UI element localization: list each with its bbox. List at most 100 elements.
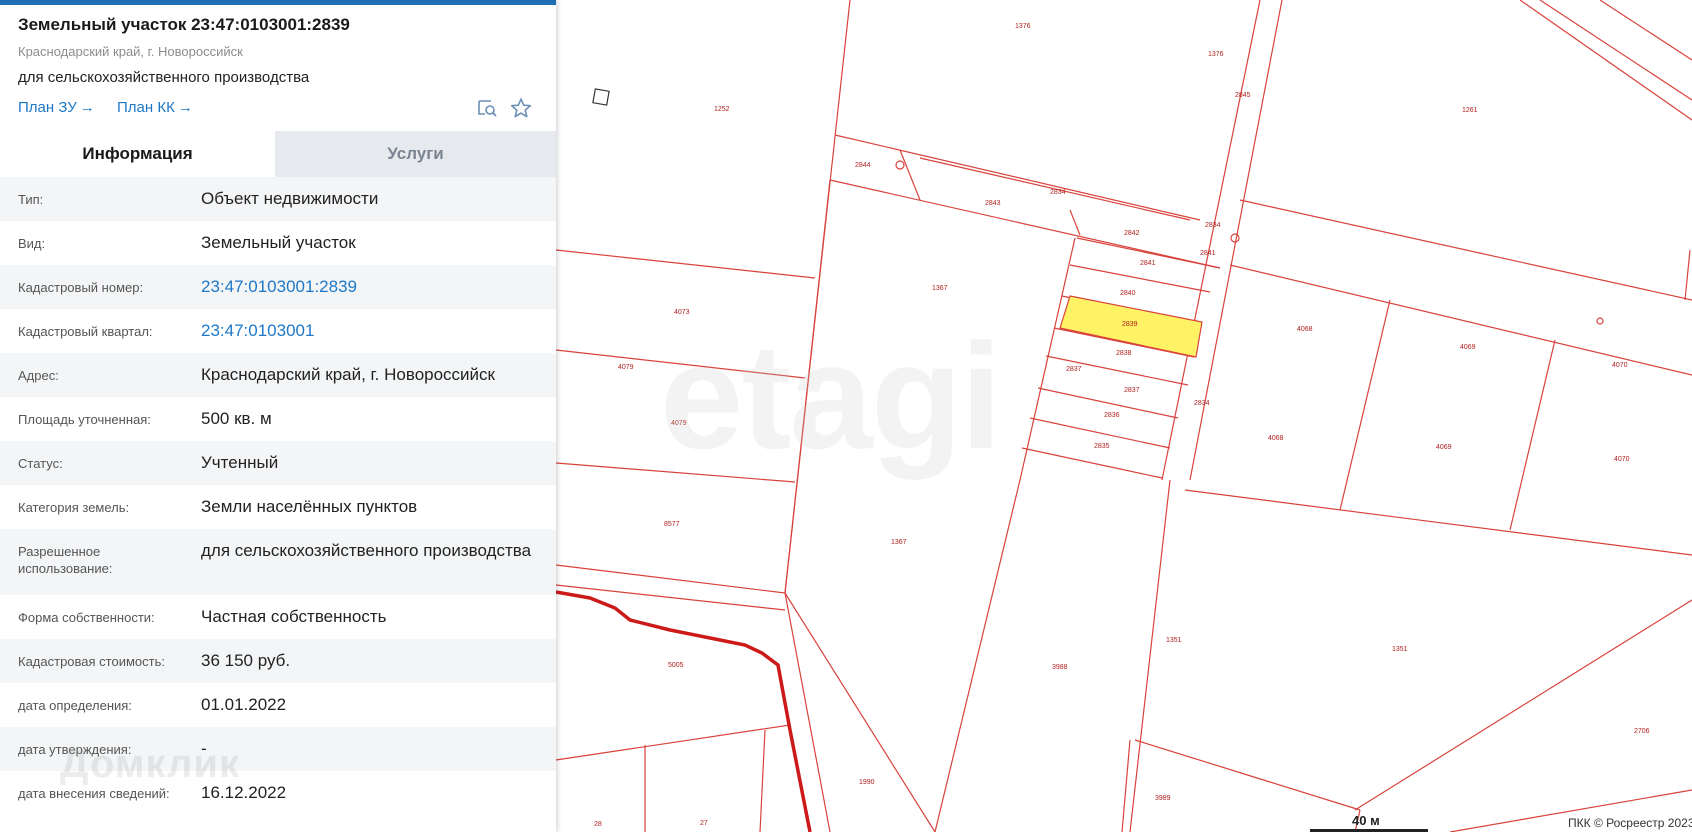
parcel-number-label: 1990	[859, 779, 875, 786]
map-copyright: ПКК © Росреестр 2023	[1568, 816, 1692, 830]
search-map-icon[interactable]	[476, 97, 500, 121]
parcel-number-label: 2840	[1120, 290, 1136, 297]
info-rows: Тип: Объект недвижимости Вид: Земельный …	[0, 177, 556, 815]
info-row-ownership: Форма собственности: Частная собственнос…	[0, 595, 556, 639]
parcel-number-label: 2842	[1124, 230, 1140, 237]
parcel-number-label: 27	[700, 820, 708, 827]
row-value: 01.01.2022	[201, 695, 287, 714]
parcel-number-label: 2836	[1104, 412, 1120, 419]
info-row-cadastral-number: Кадастровый номер: 23:47:0103001:2839	[0, 265, 556, 309]
parcel-number-label: 1351	[1166, 637, 1182, 644]
map-scale-label: 40 м	[1352, 813, 1380, 828]
parcel-number-label: 2837	[1066, 366, 1082, 373]
tab-services[interactable]: Услуги	[275, 131, 556, 177]
row-value: для сельскохозяйственного производства	[201, 541, 532, 560]
parcel-number-label: 5005	[668, 662, 684, 669]
parcel-number-label: 1351	[1392, 646, 1408, 653]
row-label: Разрешенное использование:	[18, 544, 113, 576]
parcel-number-label: 2838	[1116, 350, 1132, 357]
parcel-number-label: 4070	[1612, 362, 1628, 369]
parcel-number-label: 4070	[1614, 456, 1630, 463]
parcel-number-label: 2835	[1094, 443, 1110, 450]
plan-kk-label: План КК	[117, 99, 175, 116]
row-label: Форма собственности:	[18, 610, 155, 625]
row-label: Категория земель:	[18, 500, 130, 515]
plan-kk-link[interactable]: План КК →	[117, 99, 193, 116]
row-value: 16.12.2022	[201, 783, 287, 802]
parcel-number-label: 1376	[1015, 23, 1031, 30]
panel-title: Земельный участок 23:47:0103001:2839	[18, 15, 350, 34]
plan-zu-label: План ЗУ	[18, 99, 77, 116]
red-line-border	[555, 590, 812, 832]
parcel-number-label: 4068	[1268, 435, 1284, 442]
parcel-number-label: 2841	[1200, 250, 1216, 257]
parcel-number-label: 1252	[714, 106, 730, 113]
parcel-number-label: 2837	[1124, 387, 1140, 394]
cadastral-number-link[interactable]: 23:47:0103001:2839	[201, 275, 541, 299]
row-label: дата определения:	[18, 698, 132, 713]
parcel-number-label: 8577	[664, 521, 680, 528]
row-label: Кадастровая стоимость:	[18, 654, 165, 669]
arrow-right-icon: →	[79, 99, 95, 116]
info-row-permitted-use: Разрешенное использование: для сельскохо…	[0, 529, 556, 595]
row-label: дата внесения сведений:	[18, 786, 170, 801]
star-icon[interactable]	[510, 97, 534, 121]
tab-info[interactable]: Информация	[0, 131, 275, 177]
row-value: Объект недвижимости	[201, 189, 379, 208]
parcel-number-label: 2706	[1634, 728, 1650, 735]
row-label: Кадастровый номер:	[18, 280, 144, 295]
parcel-number-label: 4069	[1460, 344, 1476, 351]
row-label: Кадастровый квартал:	[18, 324, 153, 339]
parcel-number-label: 1376	[1208, 51, 1224, 58]
cadastral-quarter-link[interactable]: 23:47:0103001	[201, 319, 541, 343]
parcel-number-label: 1367	[891, 539, 907, 546]
row-value: Частная собственность	[201, 607, 387, 626]
row-value: Учтенный	[201, 453, 279, 472]
parcel-number-label: 28	[594, 821, 602, 828]
parcel-number-label: 4068	[1297, 326, 1313, 333]
arrow-right-icon: →	[177, 99, 193, 116]
panel-tabs: Информация Услуги	[0, 131, 556, 177]
parcel-number-label: 2845	[1235, 92, 1251, 99]
parcel-number-label: 2834	[1194, 400, 1210, 407]
info-row-cadastral-value: Кадастровая стоимость: 36 150 руб.	[0, 639, 556, 683]
parcel-number-label: 2843	[985, 200, 1001, 207]
parcel-number-label: 4069	[1436, 444, 1452, 451]
row-label: Тип:	[18, 192, 44, 207]
info-row-type: Тип: Объект недвижимости	[0, 177, 556, 221]
row-label: Площадь уточненная:	[18, 412, 151, 427]
parcel-number-label: 1261	[1462, 107, 1478, 114]
info-row-address: Адрес: Краснодарский край, г. Новороссий…	[0, 353, 556, 397]
row-label: Вид:	[18, 236, 46, 251]
parcel-number-label: 3989	[1155, 795, 1171, 802]
row-value: Краснодарский край, г. Новороссийск	[201, 365, 495, 384]
panel-top-accent	[0, 0, 556, 5]
etagi-watermark: etagi	[660, 312, 1002, 480]
parcel-number-label: 4079	[618, 364, 634, 371]
info-panel: Земельный участок 23:47:0103001:2839 Кра…	[0, 0, 556, 832]
panel-region: Краснодарский край, г. Новороссийск	[18, 44, 243, 59]
row-label: Статус:	[18, 456, 63, 471]
panel-use: для сельскохозяйственного производства	[18, 69, 310, 86]
row-value: Земельный участок	[201, 233, 356, 252]
row-value: -	[201, 739, 207, 758]
plan-zu-link[interactable]: План ЗУ →	[18, 99, 95, 116]
parcel-number-label: 2839	[1122, 321, 1138, 328]
info-row-date-determined: дата определения: 01.01.2022	[0, 683, 556, 727]
parcel-number-label: 3988	[1052, 664, 1068, 671]
parcel-number-label: 2844	[855, 162, 871, 169]
row-value: Земли населённых пунктов	[201, 497, 418, 516]
parcel-number-label: 1367	[932, 285, 948, 292]
row-value: 500 кв. м	[201, 409, 272, 428]
row-label: Адрес:	[18, 368, 59, 383]
row-value: 36 150 руб.	[201, 651, 291, 670]
domclick-watermark: Домклик	[60, 742, 241, 786]
parcel-number-label: 2834	[1205, 222, 1221, 229]
parcel-number-label: 2841	[1140, 260, 1156, 267]
info-row-cadastral-quarter: Кадастровый квартал: 23:47:0103001	[0, 309, 556, 353]
info-row-land-category: Категория земель: Земли населённых пункт…	[0, 485, 556, 529]
parcel-number-label: 2834	[1050, 189, 1066, 196]
info-row-kind: Вид: Земельный участок	[0, 221, 556, 265]
info-row-area: Площадь уточненная: 500 кв. м	[0, 397, 556, 441]
info-row-status: Статус: Учтенный	[0, 441, 556, 485]
